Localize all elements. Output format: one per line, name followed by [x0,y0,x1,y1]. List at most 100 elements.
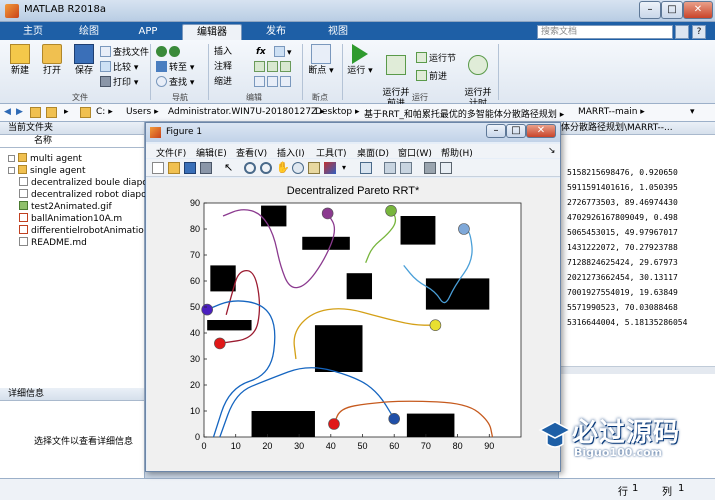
run-button[interactable]: 运行 ▾ [346,44,374,77]
comment-options-button[interactable] [254,61,293,74]
edit-plot-icon[interactable]: ↖ [224,162,236,174]
code-line: 7128824625424, 29.67973 [567,258,678,267]
insert-colorbar-icon[interactable] [384,162,396,174]
save-figure-icon[interactable] [184,162,196,174]
list-item-file[interactable]: test2Animated.gif [19,201,112,213]
menu-window[interactable]: 窗口(W) [398,146,432,159]
list-item-folder[interactable]: single agent [8,165,86,177]
folder-up-icon[interactable] [30,107,41,118]
path-dropdown-icon[interactable]: ▸ [64,107,69,117]
brush-icon[interactable] [324,162,336,174]
menu-file[interactable]: 文件(F) [156,146,186,159]
new-figure-icon[interactable] [152,162,164,174]
fx-button[interactable]: fx [256,46,266,59]
figure-window: Figure 1 – □ ✕ 文件(F) 编辑(E) 查看(V) 插入(I) 工… [145,122,561,472]
y-tick-label: 0 [195,432,200,442]
zoom-out-icon[interactable] [260,162,272,174]
brush-dropdown-icon[interactable]: ▾ [342,162,354,174]
save-button[interactable]: 保存 [70,44,98,77]
search-icon[interactable] [675,25,689,39]
list-item-file[interactable]: decentralized boule diapo [19,177,148,189]
open-button[interactable]: 打开 [38,44,66,77]
figure-close-button[interactable]: ✕ [526,124,556,138]
close-button[interactable]: ✕ [683,1,713,19]
path-segment-drive[interactable]: C: ▸ [96,107,113,117]
maximize-button[interactable]: □ [661,1,683,19]
path-segment-desktop[interactable]: Desktop ▸ [315,107,360,117]
list-item-file[interactable]: decentralized robot diapo [19,189,147,201]
menu-dock-icon[interactable]: ↘ [548,146,556,156]
list-item-file[interactable]: differentielrobotAnimatio [19,225,144,237]
tab-apps[interactable]: APP [122,24,174,40]
gif-file-icon [19,201,28,210]
hide-plot-tools-icon[interactable] [424,162,436,174]
open-file-icon[interactable] [168,162,180,174]
minimize-button[interactable]: – [639,1,661,19]
insert-legend-icon[interactable] [400,162,412,174]
data-cursor-icon[interactable] [308,162,320,174]
find-files-button[interactable]: 查找文件 [100,46,149,59]
printer-icon [100,76,111,87]
menu-desktop[interactable]: 桌面(D) [357,146,389,159]
link-plot-icon[interactable] [360,162,372,174]
breakpoints-button[interactable]: 断点 ▾ [306,44,336,77]
print-figure-icon[interactable] [200,162,212,174]
run-section-button[interactable]: 运行节 [416,52,456,65]
new-button[interactable]: 新建 [6,44,34,77]
insert-button[interactable]: 插入 [214,46,232,59]
name-column-header[interactable]: 名称 [0,135,144,148]
menu-insert[interactable]: 插入(I) [277,146,305,159]
nav-back-icon[interactable]: ◀ [4,107,11,117]
tab-publish[interactable]: 发布 [250,24,302,40]
x-tick-label: 60 [389,441,399,451]
comment-button[interactable]: 注释 [214,61,232,74]
path-segment-project[interactable]: 基于RRT_和帕累托最优的多智能体分散路径规划 ▸ [364,107,564,120]
goto-button[interactable]: 转至 ▾ [156,61,194,74]
folder-open-icon [42,44,62,64]
nav-forward-icon[interactable]: ▶ [16,107,23,117]
status-bar: 行 1 列 1 [0,478,715,500]
list-item-file[interactable]: README.md [19,237,87,249]
menu-help[interactable]: 帮助(H) [441,146,473,159]
x-tick-label: 90 [484,441,494,451]
menu-tools[interactable]: 工具(T) [316,146,347,159]
rotate-3d-icon[interactable] [292,162,304,174]
run-and-time-button[interactable]: 运行并 计时 [462,44,494,110]
help-icon[interactable]: ? [692,25,706,39]
find-button[interactable]: 查找 ▾ [156,76,194,89]
insert-options-button[interactable]: ▾ [274,46,292,59]
advance-button[interactable]: 前进 [416,70,447,83]
path-segment-users[interactable]: Users ▸ [126,107,159,117]
print-button[interactable]: 打印 ▾ [100,76,138,89]
m-file-icon [19,213,28,222]
path-segment-main[interactable]: MARRT--main ▸ [578,107,645,117]
list-item-file[interactable]: ballAnimation10A.m [19,213,122,225]
matlab-logo-icon [5,4,19,18]
list-item-folder[interactable]: multi agent [8,153,82,165]
figure-maximize-button[interactable]: □ [506,124,526,138]
path-dropdown-button[interactable]: ▾ [690,107,695,117]
ribbon-divider [342,44,343,100]
tab-editor[interactable]: 编辑器 [182,24,242,40]
plot-svg[interactable]: Decentralized Pareto RRT* 0 10 20 30 40 50 60 7… [147,178,560,471]
indent-button[interactable]: 缩进 [214,76,232,89]
nav-back-forward[interactable] [156,46,182,59]
tab-view[interactable]: 视图 [312,24,364,40]
show-plot-tools-icon[interactable] [440,162,452,174]
menu-view[interactable]: 查看(V) [236,146,267,159]
editor-tab-header[interactable]: 体分散路径规划\MARRT--... [559,122,715,135]
compare-button[interactable]: 比较 ▾ [100,61,138,74]
search-input[interactable]: 搜索文档 [537,25,673,39]
browse-folder-icon[interactable] [46,107,57,118]
figure-minimize-button[interactable]: – [486,124,506,138]
path-segment-user[interactable]: Administrator.WIN7U-20180127Z ▸ [168,107,325,117]
horizontal-scrollbar[interactable] [559,366,715,374]
indent-options-button[interactable] [254,76,293,89]
pan-icon[interactable]: ✋ [276,162,290,174]
zoom-in-icon[interactable] [244,162,256,174]
menu-edit[interactable]: 编辑(E) [196,146,227,159]
tab-home[interactable]: 主页 [8,24,58,40]
uncomment-icon [267,61,278,72]
tab-plots[interactable]: 绘图 [64,24,114,40]
x-tick-label: 80 [453,441,463,451]
